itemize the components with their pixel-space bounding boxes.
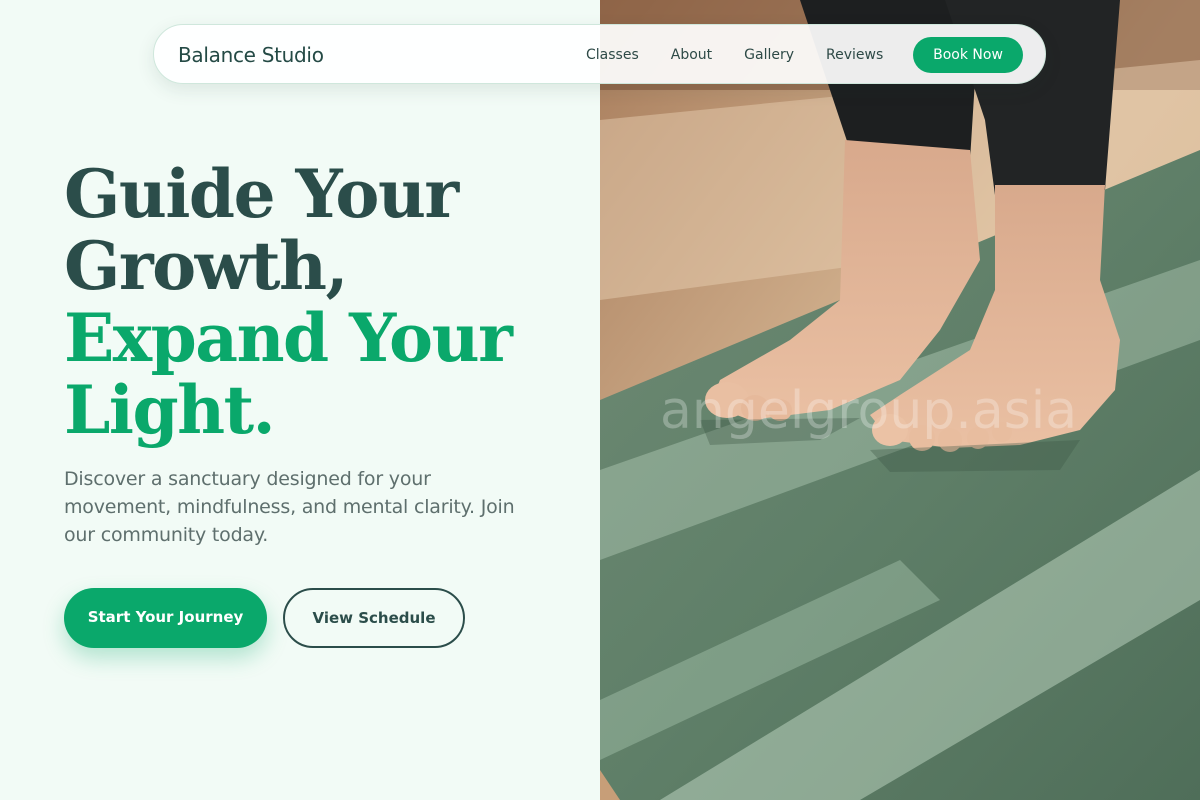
hero-description: Discover a sanctuary designed for your m… [64, 468, 515, 546]
nav-link-reviews[interactable]: Reviews [826, 47, 883, 63]
book-now-button[interactable]: Book Now [913, 37, 1023, 73]
hero-photo: angelgroup.asia [600, 0, 1200, 800]
nav-link-gallery[interactable]: Gallery [744, 47, 794, 63]
watermark-text: angelgroup.asia [660, 381, 1077, 441]
nav-link-classes[interactable]: Classes [586, 47, 639, 63]
headline-line-3: Expand Your [64, 299, 513, 377]
brand-logo[interactable]: Balance Studio [178, 25, 324, 85]
start-journey-button[interactable]: Start Your Journey [64, 588, 267, 648]
hero-page: angelgroup.asia Balance Studio Classes A… [0, 0, 1200, 800]
hero-headline: Guide Your Growth, Expand Your Light. [64, 158, 584, 446]
headline-line-4: Light. [64, 371, 276, 449]
nav-links: Classes About Gallery Reviews [586, 25, 915, 85]
headline-line-2: Growth, [64, 227, 348, 305]
headline-line-1: Guide Your [64, 155, 459, 233]
top-navbar: Balance Studio Classes About Gallery Rev… [153, 24, 1046, 84]
nav-link-about[interactable]: About [671, 47, 712, 63]
view-schedule-button[interactable]: View Schedule [283, 588, 465, 648]
